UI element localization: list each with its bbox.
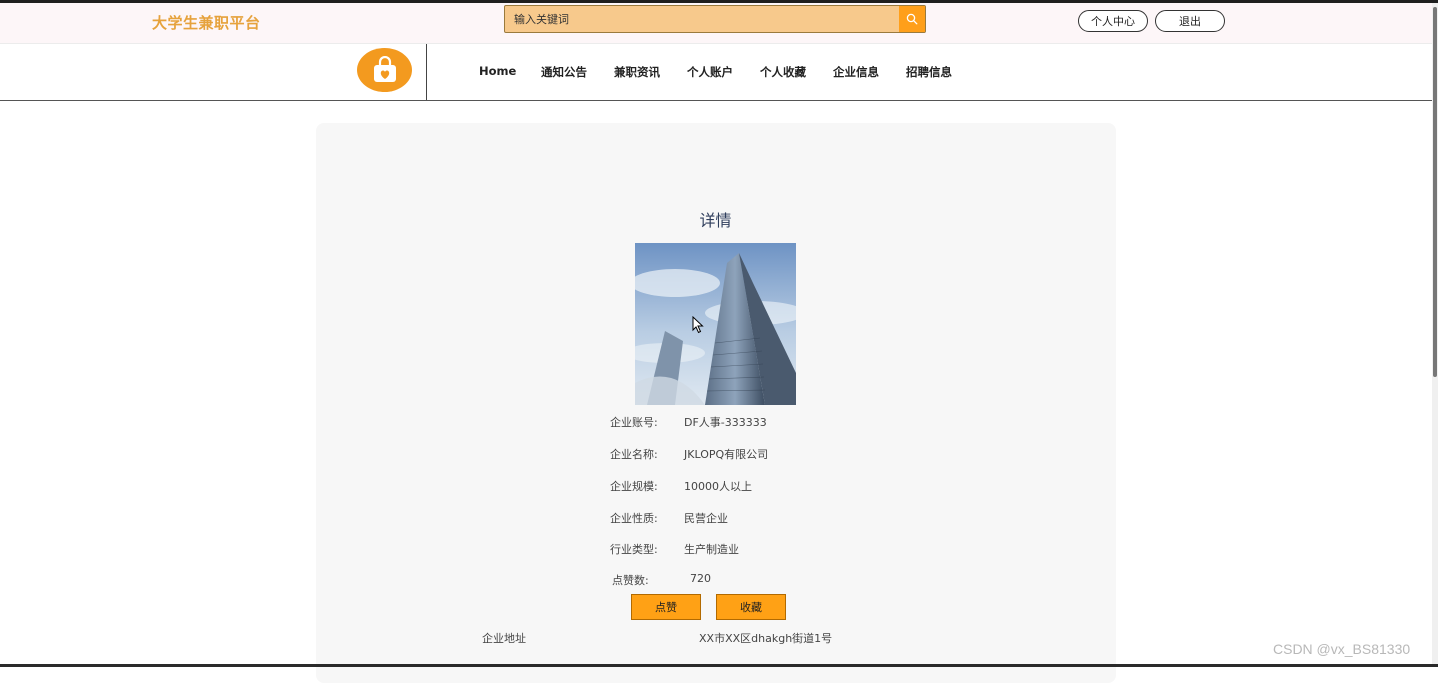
nav-personal-favorites[interactable]: 个人收藏 [760, 64, 806, 80]
scrollbar[interactable] [1432, 3, 1438, 667]
company-photo [635, 243, 796, 405]
watermark: CSDN @vx_BS81330 [1273, 641, 1411, 657]
site-title: 大学生兼职平台 [152, 14, 261, 32]
personal-center-button[interactable]: 个人中心 [1078, 10, 1148, 32]
nav-divider [426, 44, 427, 100]
field-label: 企业账号: [610, 416, 658, 429]
field-value: 生产制造业 [684, 543, 739, 556]
nav-home[interactable]: Home [479, 64, 516, 78]
mouse-pointer-icon [692, 316, 704, 334]
search-box [504, 5, 926, 33]
search-button[interactable] [899, 6, 925, 32]
field-label: 企业名称: [610, 448, 658, 461]
field-label: 点赞数: [612, 574, 649, 587]
favorite-button[interactable]: 收藏 [716, 594, 786, 620]
detail-title: 详情 [699, 211, 732, 230]
nav-notices[interactable]: 通知公告 [541, 64, 587, 80]
field-label: 行业类型: [610, 543, 658, 556]
field-value: 720 [690, 572, 711, 585]
scrollbar-thumb[interactable] [1433, 7, 1437, 377]
main-nav: Home 通知公告 兼职资讯 个人账户 个人收藏 企业信息 招聘信息 [0, 44, 1438, 101]
field-value: 10000人以上 [684, 480, 752, 493]
nav-part-time-news[interactable]: 兼职资讯 [614, 64, 660, 80]
field-value: DF人事-333333 [684, 416, 767, 429]
logout-button[interactable]: 退出 [1155, 10, 1225, 32]
site-logo[interactable] [357, 48, 412, 92]
like-button[interactable]: 点赞 [631, 594, 701, 620]
nav-personal-account[interactable]: 个人账户 [687, 64, 733, 80]
field-value: 民营企业 [684, 512, 728, 525]
field-label: 企业地址 [482, 632, 526, 645]
field-label: 企业性质: [610, 512, 658, 525]
field-value: JKLOPQ有限公司 [684, 448, 769, 461]
nav-company-info[interactable]: 企业信息 [833, 64, 879, 80]
top-bar: 大学生兼职平台 个人中心 退出 [0, 3, 1438, 44]
search-input[interactable] [505, 6, 899, 32]
nav-recruitment-info[interactable]: 招聘信息 [906, 64, 952, 80]
search-icon [906, 13, 918, 25]
shopping-bag-heart-icon [373, 56, 396, 82]
field-label: 企业规模: [610, 480, 658, 493]
field-value: XX市XX区dhakgh街道1号 [699, 632, 833, 645]
